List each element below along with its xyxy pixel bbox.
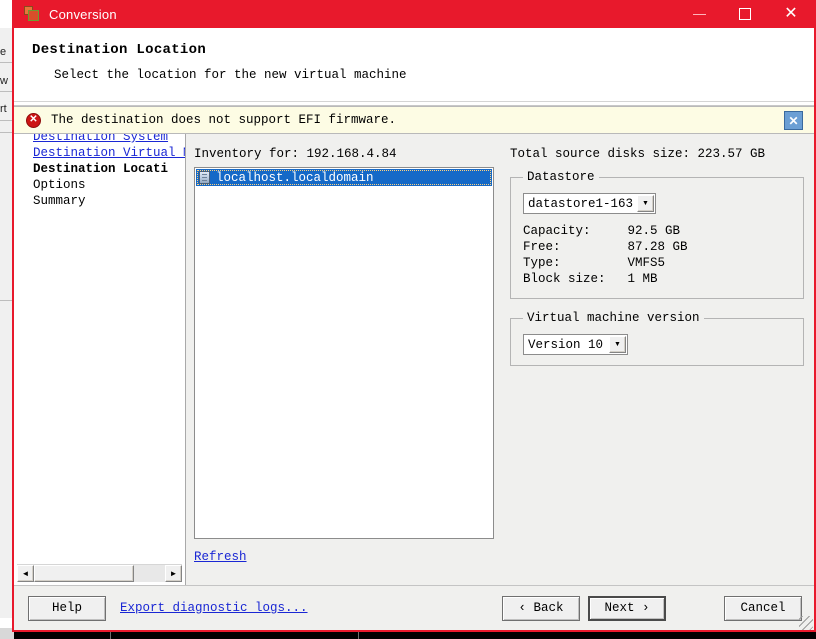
dialog-body: Destination System Destination Virtual M…	[14, 134, 814, 585]
datastore-type-value: VMFS5	[627, 256, 666, 270]
vm-version-group-legend: Virtual machine version	[527, 311, 700, 325]
sidebar-item-summary[interactable]: Summary	[33, 193, 185, 209]
wizard-steps-panel: Destination System Destination Virtual M…	[14, 134, 186, 585]
title-bar[interactable]: Conversion ✕	[14, 0, 814, 28]
datastore-select-value: datastore1-163	[528, 196, 634, 211]
error-banner: ✕ The destination does not support EFI f…	[14, 106, 814, 134]
inventory-panel: Inventory for: 192.168.4.84 localhost.lo…	[186, 134, 504, 585]
datastore-select[interactable]: datastore1-163 ▼	[523, 193, 656, 214]
scrollbar-thumb[interactable]	[34, 565, 134, 582]
page-title: Destination Location	[32, 42, 207, 58]
inventory-list[interactable]: localhost.localdomain	[194, 167, 494, 539]
chevron-down-icon[interactable]: ▼	[609, 336, 626, 353]
server-icon	[199, 171, 210, 184]
close-button[interactable]: ✕	[768, 0, 814, 28]
table-row: Type: VMFS5	[523, 256, 688, 272]
back-button[interactable]: ‹ Back	[502, 595, 580, 621]
table-row: Capacity: 92.5 GB	[523, 224, 688, 240]
datastore-free-value: 87.28 GB	[627, 240, 688, 254]
maximize-button[interactable]	[722, 0, 768, 28]
next-button[interactable]: Next ›	[588, 595, 666, 621]
conversion-dialog: Conversion ✕ Destination Location Select…	[12, 0, 816, 632]
help-button[interactable]: Help	[28, 595, 106, 621]
error-icon: ✕	[26, 112, 41, 128]
conversion-app-icon	[24, 6, 40, 22]
datastore-free-label: Free:	[523, 240, 561, 254]
chevron-down-icon[interactable]: ▼	[637, 195, 654, 212]
datastore-block-size-label: Block size:	[523, 272, 606, 286]
close-icon: ✕	[784, 5, 798, 22]
dialog-footer: Help Export diagnostic logs... ‹ Back Ne…	[14, 585, 814, 630]
datastore-type-label: Type:	[523, 256, 561, 270]
banner-close-button[interactable]: ✕	[784, 111, 803, 130]
total-source-disks-size: Total source disks size: 223.57 GB	[510, 147, 766, 161]
wizard-steps-list: Destination System Destination Virtual M…	[14, 134, 185, 564]
sidebar-item-options[interactable]: Options	[33, 177, 185, 193]
datastore-properties: Capacity: 92.5 GB Free: 87.28 GB Type: V…	[523, 224, 688, 288]
error-message: The destination does not support EFI fir…	[51, 113, 397, 127]
datastore-capacity-label: Capacity:	[523, 224, 591, 238]
resize-grip[interactable]	[799, 616, 813, 630]
maximize-icon	[739, 8, 751, 20]
scrollbar-track[interactable]	[34, 565, 165, 582]
vm-version-select[interactable]: Version 10 ▼	[523, 334, 628, 355]
sidebar-item-destination-location[interactable]: Destination Locati	[33, 161, 185, 177]
scrollbar-right-arrow-icon[interactable]: ►	[165, 565, 182, 582]
page-header: Destination Location Select the location…	[14, 28, 814, 106]
window-title: Conversion	[49, 6, 117, 22]
navigation-buttons: ‹ Back Next ›	[502, 595, 666, 621]
window-controls: ✕	[676, 0, 814, 28]
details-panel: Total source disks size: 223.57 GB Datas…	[504, 134, 814, 585]
datastore-capacity-value: 92.5 GB	[627, 224, 681, 238]
table-row: Free: 87.28 GB	[523, 240, 688, 256]
banner-close-icon: ✕	[788, 113, 799, 128]
sidebar-item-destination-system[interactable]: Destination System	[33, 134, 185, 145]
datastore-group: Datastore datastore1-163 ▼ Capacity: 92.…	[510, 170, 804, 299]
screen: e w rt Conversion ✕ Destination Location…	[0, 0, 816, 639]
datastore-block-size-value: 1 MB	[627, 272, 658, 286]
page-subtitle: Select the location for the new virtual …	[54, 68, 407, 82]
export-diagnostic-logs-link[interactable]: Export diagnostic logs...	[120, 601, 308, 615]
vm-version-select-value: Version 10	[528, 337, 604, 352]
sidebar-item-destination-virtual-machine[interactable]: Destination Virtual M	[33, 145, 185, 161]
inventory-label: Inventory for: 192.168.4.84	[194, 147, 397, 161]
minimize-button[interactable]	[676, 0, 722, 28]
refresh-link[interactable]: Refresh	[194, 550, 247, 564]
cancel-button[interactable]: Cancel	[724, 595, 802, 621]
scrollbar-left-arrow-icon[interactable]: ◄	[17, 565, 34, 582]
table-row: Block size: 1 MB	[523, 272, 688, 288]
list-item-label: localhost.localdomain	[216, 170, 374, 185]
list-item[interactable]: localhost.localdomain	[196, 169, 492, 186]
minimize-icon	[692, 13, 706, 15]
datastore-group-legend: Datastore	[527, 170, 595, 184]
vm-version-group: Virtual machine version Version 10 ▼	[510, 311, 804, 366]
header-divider	[14, 101, 814, 102]
cancel-button-wrap: Cancel	[724, 595, 802, 621]
sidebar-horizontal-scrollbar[interactable]: ◄ ►	[17, 564, 182, 582]
